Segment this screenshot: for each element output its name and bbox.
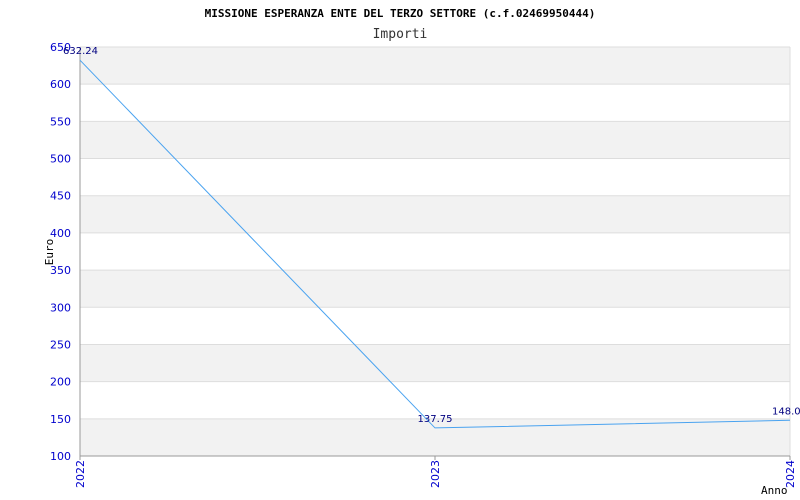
x-tick-label: 2023 <box>429 460 442 488</box>
y-tick-label: 550 <box>50 115 71 128</box>
chart-subtitle: Importi <box>373 27 428 42</box>
background-bands <box>80 47 790 456</box>
grid-band <box>80 47 790 85</box>
y-tick-label: 500 <box>50 153 71 166</box>
x-tick-labels: 2022 2023 2024 <box>74 456 797 488</box>
y-tick-label: 200 <box>50 376 71 389</box>
data-label: 137.75 <box>418 414 453 425</box>
grid-lines <box>80 46 791 457</box>
y-tick-label: 100 <box>50 450 71 463</box>
y-tick-label: 250 <box>50 338 71 351</box>
y-tick-label: 150 <box>50 413 71 426</box>
chart-title: MISSIONE ESPERANZA ENTE DEL TERZO SETTOR… <box>205 7 596 20</box>
data-label: 632.24 <box>63 46 98 57</box>
grid-band <box>80 344 790 382</box>
y-tick-label: 600 <box>50 78 71 91</box>
x-axis-label: Anno <box>761 484 788 497</box>
y-tick-label: 300 <box>50 301 71 314</box>
y-tick-label: 450 <box>50 190 71 203</box>
grid-band <box>80 121 790 159</box>
data-label: 148.00 <box>772 406 800 417</box>
grid-band <box>80 270 790 308</box>
x-tick-label: 2022 <box>74 460 87 488</box>
y-tick-label: 400 <box>50 227 71 240</box>
y-axis-label: Euro <box>43 239 56 266</box>
chart: 100150200250300350400450500550600650 202… <box>43 7 800 497</box>
grid-band <box>80 195 790 233</box>
